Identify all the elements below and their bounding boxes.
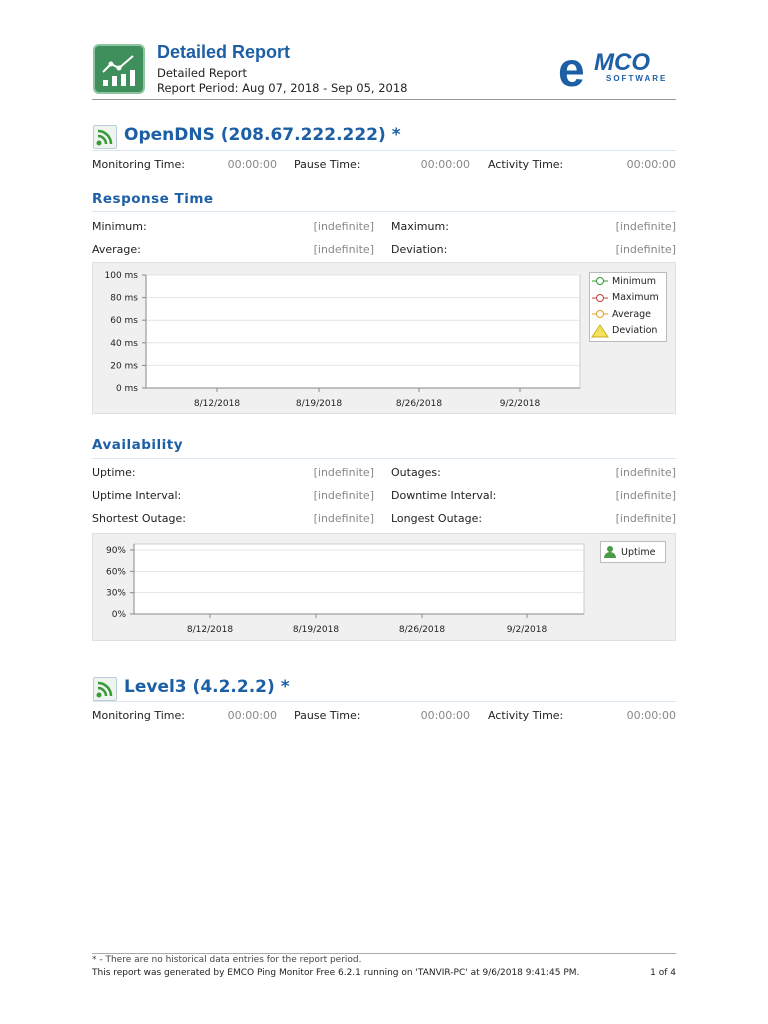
label: Maximum: (391, 220, 449, 233)
divider (92, 953, 676, 954)
divider (92, 211, 676, 212)
value: 00:00:00 (227, 158, 277, 171)
y-tick-label: 40 ms (110, 339, 138, 349)
value: 00:00:00 (626, 158, 676, 171)
label: Minimum: (92, 220, 147, 233)
label: Downtime Interval: (391, 489, 497, 502)
value: [indefinite] (615, 220, 676, 233)
x-tick-label: 8/12/2018 (187, 625, 233, 635)
label: Activity Time: (488, 158, 564, 171)
value: 00:00:00 (227, 709, 277, 722)
legend-deviation: Deviation (590, 323, 666, 340)
svg-text:e: e (558, 44, 585, 94)
value: 00:00:00 (420, 158, 470, 171)
section-title: Response Time (92, 191, 214, 207)
value: [indefinite] (615, 243, 676, 256)
value: [indefinite] (313, 489, 374, 502)
x-tick-label: 8/12/2018 (194, 399, 240, 409)
x-tick-label: 8/26/2018 (399, 625, 445, 635)
value: [indefinite] (313, 466, 374, 479)
label: Outages: (391, 466, 441, 479)
legend-label: Deviation (612, 325, 658, 337)
x-tick-label: 8/19/2018 (296, 399, 342, 409)
label: Activity Time: (488, 709, 564, 722)
legend-uptime: Uptime (601, 542, 665, 562)
value: 00:00:00 (420, 709, 470, 722)
footnote: * - There are no historical data entries… (92, 955, 362, 965)
section-title: Availability (92, 437, 184, 453)
y-tick-label: 90% (106, 546, 126, 556)
value: [indefinite] (615, 489, 676, 502)
value: [indefinite] (615, 466, 676, 479)
legend-average: Average (590, 306, 666, 323)
x-tick-label: 8/19/2018 (293, 625, 339, 635)
availability-chart-svg: 90% 60% 30% 0% 8/12/2018 8/19/2018 8/26/2018 9/… (106, 543, 585, 635)
svg-text:SOFTWARE: SOFTWARE (606, 74, 667, 83)
legend-label: Uptime (621, 546, 656, 558)
value: [indefinite] (615, 512, 676, 525)
value: [indefinite] (313, 243, 374, 256)
legend-label: Average (612, 308, 652, 320)
label: Uptime: (92, 466, 136, 479)
value: [indefinite] (313, 220, 374, 233)
generated-info: This report was generated by EMCO Ping M… (92, 968, 580, 978)
response-time-chart: 100 ms 80 ms 60 ms 40 ms 20 ms 0 ms 8/12/2018 8… (92, 262, 676, 414)
legend-minimum: Minimum (590, 273, 666, 290)
y-tick-label: 60% (106, 567, 126, 577)
host-title: Level3 (4.2.2.2) * (124, 677, 290, 697)
chart-legend: Minimum Maximum Average Deviation (589, 272, 667, 342)
legend-label: Minimum (612, 275, 657, 287)
report-subtitle: Detailed Report (157, 66, 248, 80)
legend-label: Maximum (612, 292, 659, 304)
svg-text:MCO: MCO (594, 49, 650, 76)
label: Monitoring Time: (92, 709, 185, 722)
divider (92, 150, 676, 151)
divider (92, 701, 676, 702)
y-tick-label: 80 ms (110, 294, 138, 304)
page-title: Detailed Report (157, 42, 291, 62)
label: Deviation: (391, 243, 448, 256)
report-page: Detailed Report Detailed Report Report P… (0, 0, 768, 1024)
y-tick-label: 0 ms (116, 384, 138, 394)
x-tick-label: 9/2/2018 (500, 399, 541, 409)
emco-logo: e MCO SOFTWARE (556, 42, 676, 97)
y-tick-label: 30% (106, 589, 126, 599)
chart-legend: Uptime (600, 541, 666, 563)
legend-maximum: Maximum (590, 290, 666, 307)
x-tick-label: 8/26/2018 (396, 399, 442, 409)
page-number: 1 of 4 (650, 968, 676, 978)
availability-chart: 90% 60% 30% 0% 8/12/2018 8/19/2018 8/26/2018 9/… (92, 533, 676, 641)
y-tick-label: 20 ms (110, 361, 138, 371)
host-title: OpenDNS (208.67.222.222) * (124, 125, 401, 145)
host-signal-icon (93, 125, 117, 149)
label: Pause Time: (294, 158, 361, 171)
y-tick-label: 0% (112, 610, 127, 620)
y-tick-label: 100 ms (105, 271, 139, 281)
value: 00:00:00 (626, 709, 676, 722)
label: Average: (92, 243, 141, 256)
x-tick-label: 9/2/2018 (507, 625, 548, 635)
divider (92, 99, 676, 100)
y-tick-label: 60 ms (110, 316, 138, 326)
label: Shortest Outage: (92, 512, 186, 525)
value: [indefinite] (313, 512, 374, 525)
label: Longest Outage: (391, 512, 483, 525)
host-signal-icon (93, 677, 117, 701)
plot-area (145, 274, 581, 389)
label: Monitoring Time: (92, 158, 185, 171)
label: Pause Time: (294, 709, 361, 722)
report-period: Report Period: Aug 07, 2018 - Sep 05, 20… (157, 81, 408, 95)
report-chart-icon (93, 44, 145, 94)
divider (92, 458, 676, 459)
label: Uptime Interval: (92, 489, 182, 502)
plot-area (133, 543, 585, 615)
